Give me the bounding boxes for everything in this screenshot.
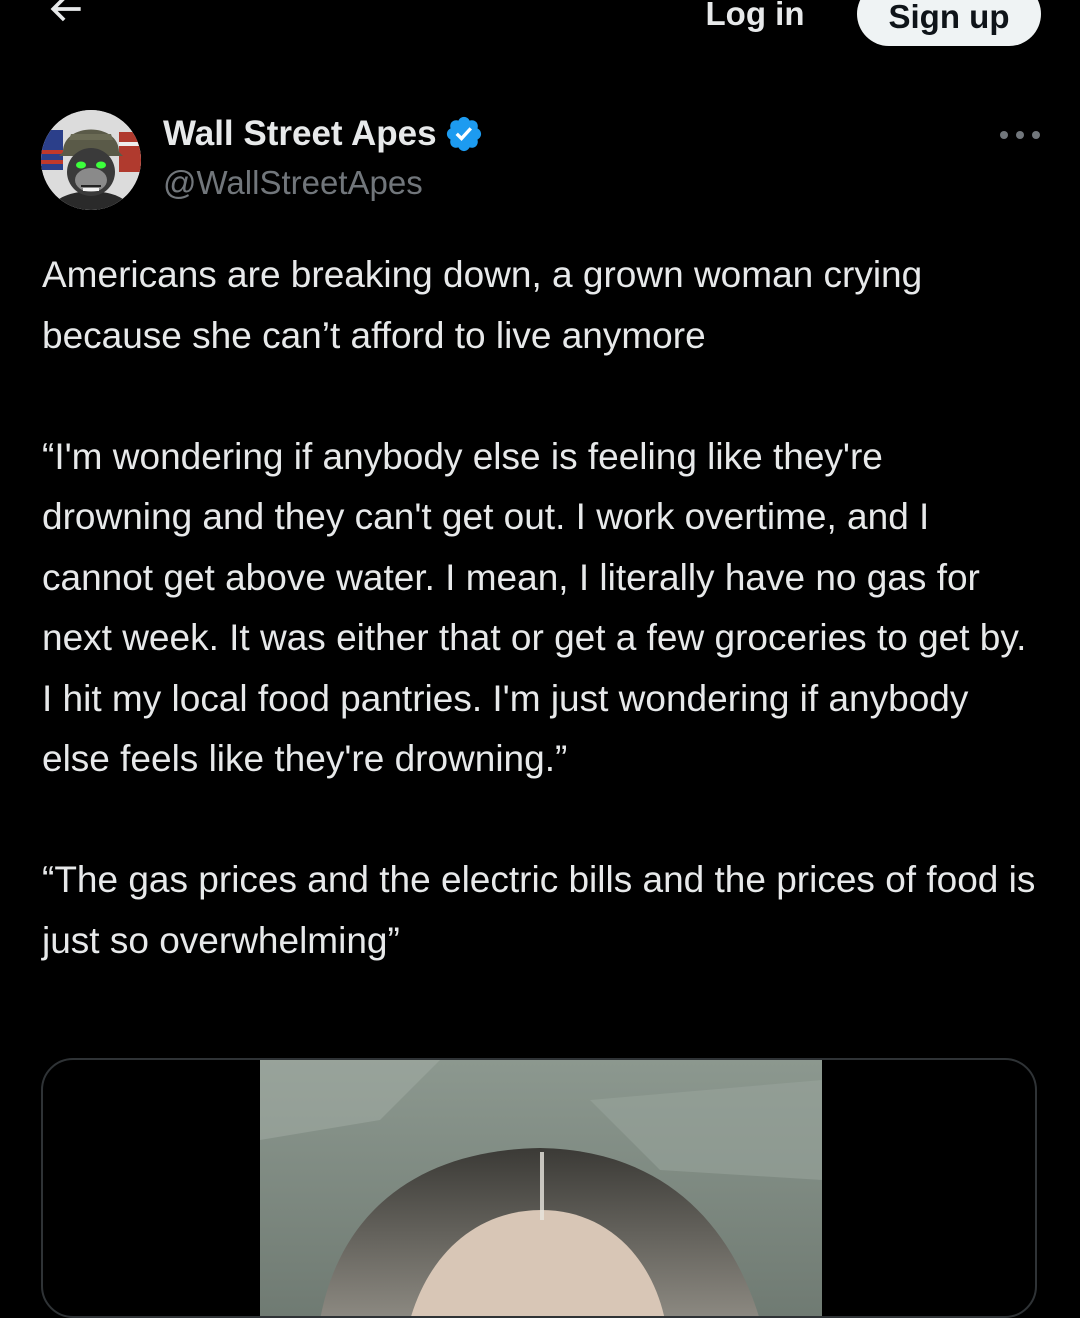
tweet-author: Wall Street Apes @WallStreetApes bbox=[40, 110, 1040, 210]
avatar[interactable] bbox=[41, 110, 141, 210]
author-name-text: Wall Street Apes bbox=[163, 114, 437, 153]
verified-badge-icon bbox=[446, 116, 481, 152]
login-button[interactable]: Log in bbox=[690, 0, 820, 42]
video-thumbnail bbox=[260, 1060, 822, 1316]
more-horizontal-icon bbox=[1000, 131, 1040, 139]
tweet-paragraph: Americans are breaking down, a grown wom… bbox=[42, 254, 923, 356]
author-handle[interactable]: @WallStreetApes bbox=[163, 164, 423, 202]
top-bar: Log in Sign up bbox=[0, 0, 1080, 60]
ape-avatar-image bbox=[41, 110, 141, 210]
more-options-button[interactable] bbox=[995, 120, 1045, 150]
tweet-paragraph: “The gas prices and the electric bills a… bbox=[42, 859, 1036, 961]
arrow-left-icon bbox=[50, 0, 81, 22]
author-name[interactable]: Wall Street Apes bbox=[163, 114, 484, 154]
signup-button[interactable]: Sign up bbox=[857, 0, 1041, 46]
tweet-text: Americans are breaking down, a grown wom… bbox=[42, 245, 1042, 971]
back-button[interactable] bbox=[36, 0, 96, 34]
tweet-paragraph: “I'm wondering if anybody else is feelin… bbox=[42, 435, 1027, 780]
tweet-media[interactable] bbox=[41, 1058, 1037, 1318]
